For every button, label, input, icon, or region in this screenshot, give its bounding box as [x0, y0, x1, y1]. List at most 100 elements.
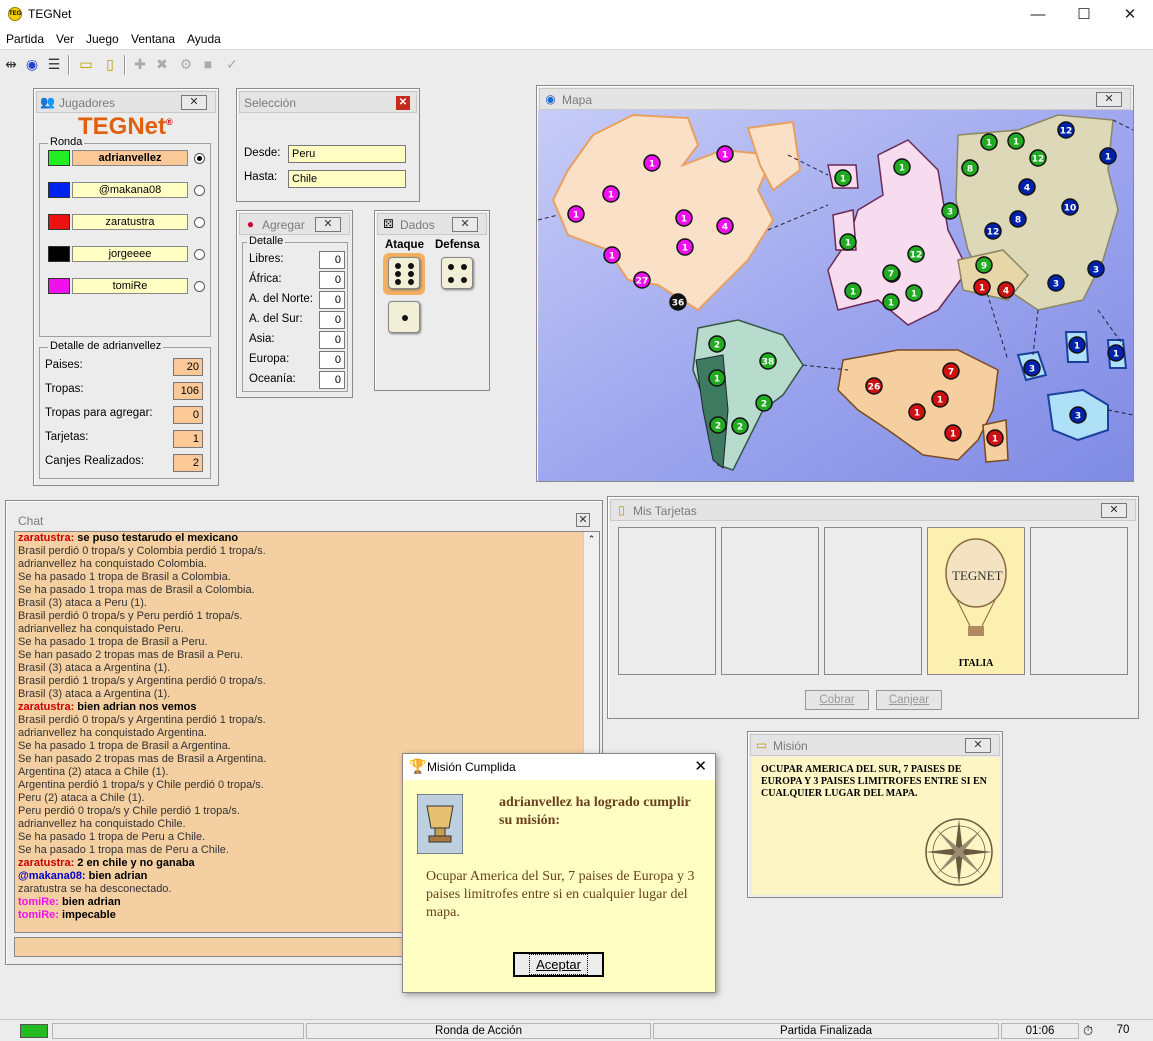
army-marker[interactable]: 4 [716, 217, 734, 235]
army-marker[interactable]: 7 [942, 362, 960, 380]
aceptar-button[interactable]: Aceptar [513, 952, 604, 977]
army-marker[interactable]: 1 [602, 185, 620, 203]
army-marker[interactable]: 2 [755, 394, 773, 412]
army-marker[interactable]: 1 [1107, 344, 1125, 362]
settings-icon[interactable]: ⚙ [176, 54, 196, 74]
army-marker[interactable]: 4 [1018, 178, 1036, 196]
dados-close-button[interactable]: ✕ [452, 217, 478, 232]
detalle-value: 0 [173, 406, 203, 424]
menu-ventana[interactable]: Ventana [131, 32, 175, 46]
jugadores-close-button[interactable]: ✕ [181, 95, 207, 110]
army-marker[interactable]: 1 [908, 403, 926, 421]
army-marker[interactable]: 1 [603, 246, 621, 264]
player-turn-radio[interactable] [194, 217, 205, 228]
army-marker[interactable]: 2 [731, 417, 749, 435]
army-marker[interactable]: 2 [708, 335, 726, 353]
chat-close-button[interactable]: ✕ [576, 513, 590, 527]
mision-close-button[interactable]: ✕ [965, 738, 991, 753]
army-marker[interactable]: 2 [709, 416, 727, 434]
stop-icon[interactable]: ■ [198, 54, 218, 74]
maximize-button[interactable]: ☐ [1061, 0, 1107, 30]
desde-field[interactable]: Peru [288, 145, 406, 163]
army-marker[interactable]: 1 [567, 205, 585, 223]
army-marker[interactable]: 1 [973, 278, 991, 296]
dialog-title: Misión Cumplida [427, 760, 516, 774]
card-italia[interactable]: TEGNET ITALIA [927, 527, 1025, 675]
army-marker[interactable]: 1 [986, 429, 1004, 447]
player-turn-radio[interactable] [194, 153, 205, 164]
minimize-button[interactable]: — [1015, 0, 1061, 30]
army-marker[interactable]: 12 [984, 222, 1002, 240]
army-marker[interactable]: 1 [708, 369, 726, 387]
army-count: 38 [762, 358, 775, 368]
tarjetas-close-button[interactable]: ✕ [1101, 503, 1127, 518]
army-marker[interactable]: 4 [997, 281, 1015, 299]
army-marker[interactable]: 1 [893, 158, 911, 176]
army-marker[interactable]: 10 [1061, 198, 1079, 216]
army-marker[interactable]: 1 [716, 145, 734, 163]
scroll-up-icon[interactable]: ⌃ [584, 534, 599, 545]
army-marker[interactable]: 1 [643, 154, 661, 172]
army-marker[interactable]: 1 [844, 282, 862, 300]
army-marker[interactable]: 3 [1047, 274, 1065, 292]
card-slot-1[interactable] [618, 527, 716, 675]
army-marker[interactable]: 27 [633, 271, 651, 289]
card-slot-5[interactable] [1030, 527, 1128, 675]
add-icon[interactable]: ✚ [130, 54, 150, 74]
player-turn-radio[interactable] [194, 185, 205, 196]
cobrar-button[interactable]: Cobrar [805, 690, 869, 710]
army-marker[interactable]: 3 [1023, 359, 1041, 377]
army-marker[interactable]: 7 [882, 264, 900, 282]
mission-icon[interactable]: ▯ [100, 54, 120, 74]
army-marker[interactable]: 12 [907, 245, 925, 263]
menu-partida[interactable]: Partida [6, 32, 44, 46]
army-marker[interactable]: 8 [1009, 210, 1027, 228]
close-window-button[interactable]: ✕ [1107, 0, 1153, 30]
dialog-close-button[interactable]: ✕ [694, 757, 707, 775]
army-marker[interactable]: 1 [1068, 336, 1086, 354]
army-marker[interactable]: 1 [931, 390, 949, 408]
agregar-close-button[interactable]: ✕ [315, 217, 341, 232]
army-marker[interactable]: 8 [961, 159, 979, 177]
menu-ver[interactable]: Ver [56, 32, 74, 46]
army-marker[interactable]: 1 [1099, 147, 1117, 165]
checkmark-icon[interactable]: ✓ [222, 54, 242, 74]
army-marker[interactable]: 1 [839, 233, 857, 251]
menu-ayuda[interactable]: Ayuda [187, 32, 221, 46]
army-marker[interactable]: 3 [941, 202, 959, 220]
globe-icon: ◉ [545, 92, 556, 106]
army-marker[interactable]: 36 [669, 293, 687, 311]
army-marker[interactable]: 1 [675, 209, 693, 227]
army-marker[interactable]: 3 [1069, 406, 1087, 424]
world-map[interactable]: 1111141127362381222111311127111112891214… [538, 110, 1133, 481]
globe-icon[interactable]: ◉ [22, 54, 42, 74]
army-marker[interactable]: 1 [980, 133, 998, 151]
player-name: zaratustra [72, 214, 188, 230]
connect-icon[interactable]: ⇹ [1, 54, 21, 74]
agregar-value: 0 [319, 271, 345, 289]
card-slot-2[interactable] [721, 527, 819, 675]
mapa-close-button[interactable]: ✕ [1096, 92, 1122, 107]
hasta-field[interactable]: Chile [288, 170, 406, 188]
player-turn-radio[interactable] [194, 249, 205, 260]
cancel-icon[interactable]: ✖ [152, 54, 172, 74]
card-icon[interactable]: ▭ [76, 54, 96, 74]
player-turn-radio[interactable] [194, 281, 205, 292]
army-marker[interactable]: 12 [1029, 149, 1047, 167]
army-marker[interactable]: 3 [1087, 260, 1105, 278]
canjear-button[interactable]: Canjear [876, 690, 942, 710]
army-marker[interactable]: 38 [759, 352, 777, 370]
army-marker[interactable]: 1 [834, 169, 852, 187]
menu-juego[interactable]: Juego [86, 32, 119, 46]
army-marker[interactable]: 9 [975, 256, 993, 274]
army-marker[interactable]: 26 [865, 377, 883, 395]
list-icon[interactable]: ☰ [44, 54, 64, 74]
army-marker[interactable]: 1 [676, 238, 694, 256]
card-slot-3[interactable] [824, 527, 922, 675]
army-marker[interactable]: 1 [882, 293, 900, 311]
army-marker[interactable]: 12 [1057, 121, 1075, 139]
seleccion-close-button[interactable]: ✕ [396, 96, 410, 110]
army-marker[interactable]: 1 [944, 424, 962, 442]
army-marker[interactable]: 1 [905, 284, 923, 302]
army-marker[interactable]: 1 [1007, 132, 1025, 150]
